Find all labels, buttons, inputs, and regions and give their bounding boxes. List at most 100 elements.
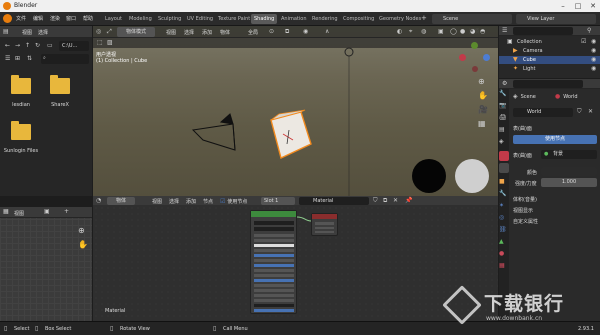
ie-menu-view[interactable]: 视图 xyxy=(14,210,24,217)
parent-folder-icon[interactable]: ↑ xyxy=(25,43,30,49)
shader-type-dropdown[interactable]: 物体 xyxy=(107,197,135,205)
collection-tab-icon[interactable] xyxy=(499,163,509,173)
surface-panel-header[interactable]: 表(曲)面 xyxy=(513,125,532,132)
menu-help[interactable]: 帮助 xyxy=(83,15,93,22)
vp-menu-object[interactable]: 物体 xyxy=(220,29,230,36)
node-editor[interactable]: Material xyxy=(93,205,498,321)
world-selector[interactable]: World xyxy=(513,108,573,117)
tool-tab-icon[interactable]: 🔧 xyxy=(499,91,509,101)
editor-type-icon[interactable]: ▦ xyxy=(3,209,9,215)
move-tool-icon[interactable]: ⤢ xyxy=(107,29,112,35)
vp-menu-view[interactable]: 视图 xyxy=(166,29,176,36)
ne-menu-view[interactable]: 视图 xyxy=(152,198,162,205)
data-tab-icon[interactable]: ▲ xyxy=(499,239,509,249)
editor-type-icon[interactable]: ▤ xyxy=(3,29,9,35)
tab-uv-editing[interactable]: UV Editing xyxy=(184,14,216,24)
viewport-display-panel[interactable]: 视图显示 xyxy=(513,207,533,214)
tab-compositing[interactable]: Compositing xyxy=(340,14,377,24)
folder-label[interactable]: lesdian xyxy=(1,102,41,108)
viewport-3d[interactable]: ⬚ ▨ 用户透视 (1) Collection | Cube 选项 ⊕ ✋ 🎥 … xyxy=(93,26,498,196)
close-icon[interactable]: ✕ xyxy=(586,0,600,12)
minimize-icon[interactable]: – xyxy=(556,0,570,12)
editor-type-icon[interactable]: ⚙ xyxy=(502,81,507,87)
wireframe-shading-icon[interactable]: ◯ xyxy=(450,29,457,35)
outliner-row[interactable]: ✦ Light ◉ xyxy=(499,65,600,73)
filter-icon[interactable]: ⚲ xyxy=(587,28,591,34)
render-tab-icon[interactable]: 📷 xyxy=(499,103,509,113)
gizmo-icon[interactable]: ⌖ xyxy=(409,29,412,35)
outliner-row-selected[interactable]: ▼ Cube ◉ xyxy=(499,56,600,64)
folder-label[interactable]: Sunlogin Files xyxy=(1,148,41,154)
new-folder-icon[interactable]: ▭ xyxy=(47,43,53,49)
back-arrow-icon[interactable]: ← xyxy=(5,43,10,49)
fb-path-field[interactable]: C:\U... xyxy=(59,41,89,51)
constraints-tab-icon[interactable]: ⛓ xyxy=(499,227,509,237)
editor-type-icon[interactable]: ◎ xyxy=(96,29,101,35)
unlink-icon[interactable]: ✕ xyxy=(588,109,593,115)
breadcrumb-scene[interactable]: ◈ Scene xyxy=(513,94,536,101)
outliner-row[interactable]: ▶ Camera ◉ xyxy=(499,47,600,55)
fake-user-icon[interactable]: ⛉ xyxy=(577,109,582,115)
editor-type-icon[interactable]: ◔ xyxy=(96,198,101,204)
fb-menu-view[interactable]: 视图 xyxy=(22,29,32,36)
curve-icon[interactable]: ∧ xyxy=(325,29,329,35)
volume-panel-header[interactable]: 体积(音量) xyxy=(513,196,537,203)
vp-menu-add[interactable]: 添加 xyxy=(202,29,212,36)
tab-animation[interactable]: Animation xyxy=(278,14,310,24)
tab-modeling[interactable]: Modeling xyxy=(126,14,155,24)
fb-search-input[interactable]: ⌕ xyxy=(41,54,89,64)
tab-texture-paint[interactable]: Texture Paint xyxy=(215,14,253,24)
material-selector[interactable]: Material xyxy=(299,197,369,205)
grid-view-icon[interactable]: ⊞ xyxy=(15,56,20,62)
breadcrumb-world[interactable]: ● World xyxy=(555,94,578,101)
use-nodes-checkbox[interactable]: ☑ 使用节点 xyxy=(220,198,247,206)
strength-field[interactable]: 1.000 xyxy=(541,178,597,187)
output-tab-icon[interactable]: 🖨 xyxy=(499,115,509,125)
duplicate-icon[interactable]: ⧉ xyxy=(383,198,387,204)
solid-shading-icon[interactable]: ● xyxy=(460,29,465,35)
zoom-icon[interactable]: ⊕ xyxy=(78,227,85,235)
menu-edit[interactable]: 编辑 xyxy=(33,15,43,22)
image-editor[interactable]: ▦ 视图 ▣ + ⊕ ✋ xyxy=(0,207,92,321)
slot-dropdown[interactable]: Slot 1 xyxy=(261,197,295,205)
editor-type-icon[interactable]: ☰ xyxy=(502,28,507,34)
particles-tab-icon[interactable]: ✶ xyxy=(499,203,509,213)
checkbox-icon[interactable]: ☑ xyxy=(581,39,586,45)
properties-search-input[interactable] xyxy=(513,80,583,88)
maximize-icon[interactable]: □ xyxy=(571,0,585,12)
tab-layout[interactable]: Layout xyxy=(102,14,125,24)
material-shading-icon[interactable]: ◕ xyxy=(470,29,475,35)
outliner-row[interactable]: ▣ Collection ☑ ◉ xyxy=(499,38,600,46)
snap-icon[interactable]: ⧉ xyxy=(285,29,289,35)
physics-tab-icon[interactable]: ◎ xyxy=(499,215,509,225)
forward-arrow-icon[interactable]: → xyxy=(15,43,20,49)
vp-menu-select[interactable]: 选择 xyxy=(184,29,194,36)
world-tab-icon[interactable] xyxy=(499,151,509,161)
tab-rendering[interactable]: Rendering xyxy=(309,14,341,24)
scene-selector[interactable]: Scene xyxy=(432,14,512,24)
object-mode-dropdown[interactable]: 物体模式 xyxy=(117,27,155,37)
color-swatch[interactable] xyxy=(541,167,597,176)
surface-dropdown[interactable]: ● 背景 xyxy=(541,150,597,159)
folder-label[interactable]: ShareX xyxy=(40,102,80,108)
blender-menu-icon[interactable] xyxy=(3,14,12,23)
use-nodes-button[interactable]: 使用节点 xyxy=(513,135,597,144)
pin-icon[interactable]: 📌 xyxy=(405,198,412,204)
proportional-edit-icon[interactable]: ◉ xyxy=(303,29,308,35)
pan-hand-icon[interactable]: ✋ xyxy=(78,241,88,249)
fake-user-icon[interactable]: ⛉ xyxy=(373,198,378,204)
tab-sculpting[interactable]: Sculpting xyxy=(155,14,184,24)
rendered-shading-icon[interactable]: ◓ xyxy=(480,29,485,35)
folder-icon[interactable] xyxy=(11,75,31,94)
pivot-icon[interactable]: ⊙ xyxy=(269,29,274,35)
list-view-icon[interactable]: ☰ xyxy=(5,56,10,62)
eye-icon[interactable]: ◉ xyxy=(591,48,596,54)
view-layer-tab-icon[interactable]: ▤ xyxy=(499,127,509,137)
ne-menu-node[interactable]: 节点 xyxy=(203,198,213,205)
sort-icon[interactable]: ⇅ xyxy=(27,56,32,62)
modifier-tab-icon[interactable]: 🔧 xyxy=(499,191,509,201)
view-layer-selector[interactable]: View Layer xyxy=(516,14,596,24)
menu-file[interactable]: 文件 xyxy=(16,15,26,22)
menu-render[interactable]: 渲染 xyxy=(50,15,60,22)
texture-tab-icon[interactable]: ▦ xyxy=(499,263,509,273)
